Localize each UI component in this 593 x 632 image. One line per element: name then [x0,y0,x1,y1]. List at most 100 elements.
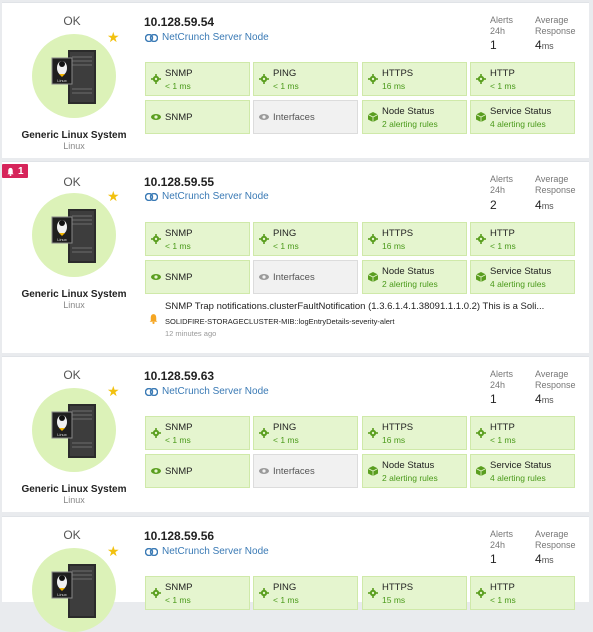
avg-response-value: 4ms [535,38,554,52]
alerts-label: Alerts 24h [490,15,514,36]
monitor-tile-snmp-view[interactable]: SNMP [145,260,250,294]
gear-icon [151,588,161,598]
node-ip[interactable]: 10.128.59.56 [144,529,214,543]
node-type-link[interactable]: NetCrunch Server Node [145,546,269,557]
last-alert-title[interactable]: SNMP Trap notifications.clusterFaultNoti… [165,301,544,312]
device-avatar[interactable]: Linux [32,388,116,472]
monitor-tile-service-status[interactable]: Service Status 4 alerting rules [470,260,575,294]
node-summary: OK Linux ★ Generic Linux System Linux [2,162,142,353]
monitor-tile-https[interactable]: HTTPS 16 ms [362,62,467,96]
monitor-tile-snmp[interactable]: SNMP < 1 ms [145,62,250,96]
monitor-tile-https[interactable]: HTTPS 16 ms [362,416,467,450]
tile-sub: 4 alerting rules [490,119,546,129]
favorite-star-icon[interactable]: ★ [107,544,120,558]
monitor-tile-http[interactable]: HTTP < 1 ms [470,576,575,610]
tile-sub: 16 ms [382,241,406,251]
tile-sub: < 1 ms [165,595,191,605]
gear-icon [151,74,161,84]
tile-title: Interfaces [273,112,315,123]
monitor-tile-ping[interactable]: PING < 1 ms [253,62,358,96]
node-card[interactable]: OK Linux ★ Generic Linux System Linux 10… [2,356,589,512]
monitor-tile-node-status[interactable]: Node Status 2 alerting rules [362,260,467,294]
tile-title: HTTPS [382,582,414,593]
tile-title: Service Status [490,460,552,471]
alerts-count[interactable]: 1 [490,392,497,406]
tile-title: HTTPS [382,68,414,79]
monitor-tile-service-status[interactable]: Service Status 4 alerting rules [470,100,575,134]
avg-response-value: 4ms [535,552,554,566]
device-avatar[interactable]: Linux [32,34,116,118]
monitor-tile-interfaces[interactable]: Interfaces [253,260,358,294]
device-avatar[interactable]: Linux [32,193,116,277]
tile-sub: < 1 ms [165,81,191,91]
monitor-tile-snmp[interactable]: SNMP < 1 ms [145,416,250,450]
tile-title: HTTP [490,228,515,239]
cube-icon [476,112,486,122]
node-card[interactable]: OK Linux ★ Generic Linux System Linux 10… [2,2,589,158]
favorite-star-icon[interactable]: ★ [107,384,120,398]
monitor-tile-https[interactable]: HTTPS 16 ms [362,222,467,256]
alerts-count[interactable]: 1 [490,552,497,566]
node-type-link[interactable]: NetCrunch Server Node [145,386,269,397]
tile-title: Service Status [490,266,552,277]
gear-icon [259,234,269,244]
monitor-tile-http[interactable]: HTTP < 1 ms [470,62,575,96]
device-type: Generic Linux System [21,130,127,141]
node-ip[interactable]: 10.128.59.63 [144,369,214,383]
tile-title: HTTPS [382,228,414,239]
link-icon [145,33,158,42]
monitor-tile-interfaces[interactable]: Interfaces [253,454,358,488]
monitor-tile-http[interactable]: HTTP < 1 ms [470,222,575,256]
avg-response-label: Average Response [535,529,576,550]
tile-title: SNMP [165,466,193,477]
monitor-tile-snmp-view[interactable]: SNMP [145,454,250,488]
node-type-label: NetCrunch Server Node [162,546,269,557]
tile-title: SNMP [165,112,193,123]
gear-icon [476,74,486,84]
node-ip[interactable]: 10.128.59.54 [144,15,214,29]
device-os: Linux [63,495,85,505]
favorite-star-icon[interactable]: ★ [107,30,120,44]
monitor-tile-interfaces[interactable]: Interfaces [253,100,358,134]
favorite-star-icon[interactable]: ★ [107,189,120,203]
monitor-tile-http[interactable]: HTTP < 1 ms [470,416,575,450]
eye-icon [151,114,161,120]
node-summary: OK Linux ★ [2,517,142,632]
tile-title: Node Status [382,106,435,117]
gear-icon [259,428,269,438]
gear-icon [368,588,378,598]
eye-icon [259,274,269,280]
tile-sub: 4 alerting rules [490,279,546,289]
node-type-link[interactable]: NetCrunch Server Node [145,32,269,43]
tile-title: HTTPS [382,422,414,433]
monitor-tile-service-status[interactable]: Service Status 4 alerting rules [470,454,575,488]
monitor-tile-node-status[interactable]: Node Status 2 alerting rules [362,100,467,134]
monitor-tile-snmp-view[interactable]: SNMP [145,100,250,134]
node-status: OK [63,175,81,189]
monitor-tile-snmp[interactable]: SNMP < 1 ms [145,222,250,256]
monitor-tile-node-status[interactable]: Node Status 2 alerting rules [362,454,467,488]
monitor-tile-ping[interactable]: PING < 1 ms [253,576,358,610]
node-status: OK [63,528,81,542]
monitor-tile-ping[interactable]: PING < 1 ms [253,222,358,256]
node-card[interactable]: OK Linux ★ 10.128.59.56 NetCrunch Server… [2,516,589,632]
node-ip[interactable]: 10.128.59.55 [144,175,214,189]
monitor-tile-snmp[interactable]: SNMP < 1 ms [145,576,250,610]
device-os: Linux [63,141,85,151]
alerts-label: Alerts 24h [490,369,514,390]
node-type-link[interactable]: NetCrunch Server Node [145,191,269,202]
device-avatar[interactable]: Linux [32,548,116,632]
node-type-label: NetCrunch Server Node [162,191,269,202]
cube-icon [368,466,378,476]
monitor-tile-https[interactable]: HTTPS 15 ms [362,576,467,610]
alerts-count[interactable]: 2 [490,198,497,212]
alerts-count[interactable]: 1 [490,38,497,52]
tile-title: SNMP [165,272,193,283]
cube-icon [476,272,486,282]
last-alert-time: 12 minutes ago [165,329,217,338]
bell-icon [149,314,158,324]
monitor-tile-ping[interactable]: PING < 1 ms [253,416,358,450]
tile-title: SNMP [165,582,193,593]
gear-icon [368,428,378,438]
node-status: OK [63,14,81,28]
